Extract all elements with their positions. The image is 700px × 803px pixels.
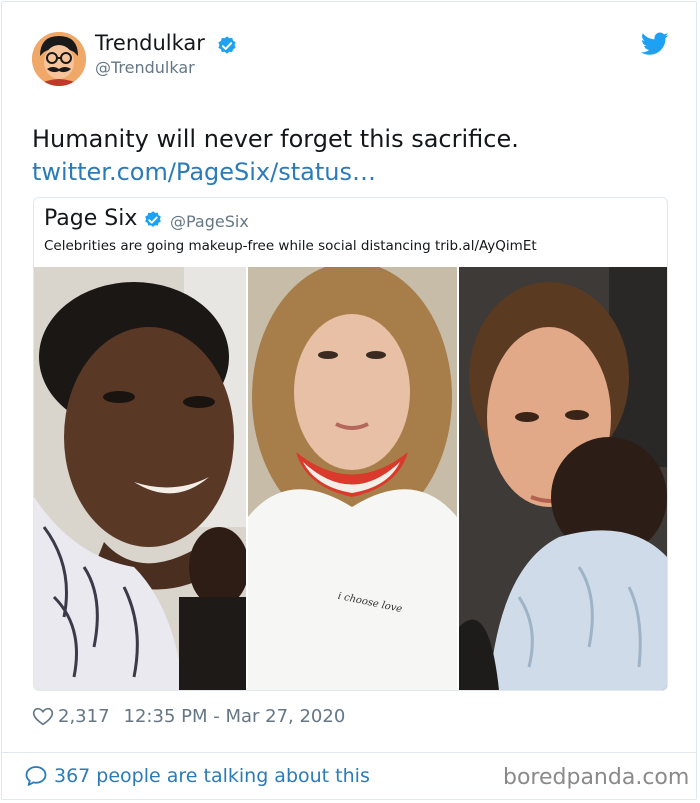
- quoted-author-name[interactable]: Page Six: [44, 206, 137, 231]
- boredpanda-watermark: boredpanda.com: [503, 765, 690, 790]
- tweet-stats: 2,317 12:35 PM - Mar 27, 2020: [32, 703, 345, 729]
- quoted-author-handle[interactable]: @PageSix: [170, 212, 249, 231]
- photo-grid: i choose love: [34, 267, 667, 690]
- author-name[interactable]: Trendulkar: [95, 31, 205, 55]
- tweet-link[interactable]: twitter.com/PageSix/status…: [32, 155, 376, 189]
- photo-1-image: [34, 267, 246, 690]
- photo-2-image: i choose love: [248, 267, 457, 690]
- comment-bubble-icon: [25, 766, 47, 786]
- selfie-photo-2[interactable]: i choose love: [248, 267, 457, 690]
- verified-badge-icon: [145, 211, 161, 227]
- author-handle[interactable]: @Trendulkar: [95, 58, 195, 77]
- photo-3-image: [459, 267, 667, 690]
- selfie-photo-3[interactable]: [459, 267, 667, 690]
- tweet-timestamp[interactable]: 12:35 PM - Mar 27, 2020: [124, 706, 346, 727]
- selfie-photo-1[interactable]: [34, 267, 246, 690]
- verified-badge-icon: [218, 36, 236, 54]
- twitter-bird-icon[interactable]: [641, 32, 669, 56]
- heart-icon[interactable]: [32, 705, 54, 727]
- quoted-tweet-text: Celebrities are going makeup-free while …: [44, 238, 537, 254]
- talking-about-text[interactable]: 367 people are talking about this: [54, 765, 370, 787]
- avatar[interactable]: [32, 32, 86, 86]
- footer-divider: [1, 752, 697, 753]
- talking-about-link[interactable]: 367 people are talking about this: [24, 764, 370, 788]
- quoted-tweet[interactable]: Page Six @PageSix Celebrities are going …: [33, 197, 668, 691]
- tweet-text: Humanity will never forget this sacrific…: [32, 125, 519, 153]
- avatar-illustration: [32, 32, 86, 86]
- likes-count[interactable]: 2,317: [58, 706, 110, 727]
